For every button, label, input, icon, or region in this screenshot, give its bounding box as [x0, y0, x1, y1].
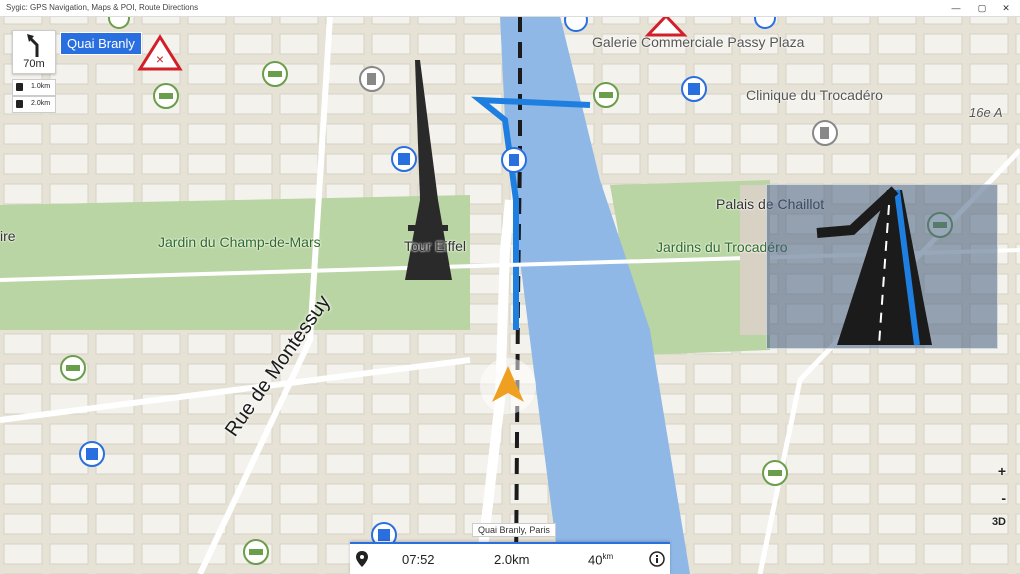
- distance-unit: km: [512, 552, 530, 567]
- lane-guidance-icon: [816, 186, 932, 346]
- hotel-icon: [593, 82, 619, 108]
- park-label: Jardin du Champ-de-Mars: [158, 234, 321, 250]
- zoom-in-button[interactable]: +: [998, 463, 1006, 479]
- view-mode-button[interactable]: 3D: [992, 516, 1006, 528]
- next-street-label: Quai Branly: [60, 32, 142, 55]
- hotel-icon: [762, 460, 788, 486]
- window-title: Sygic: GPS Navigation, Maps & POI, Route…: [6, 3, 199, 12]
- lane-guidance-panel: [766, 184, 998, 349]
- hotel-icon: [153, 83, 179, 109]
- edge-label: ire: [0, 228, 16, 244]
- zoom-out-button[interactable]: -: [1001, 490, 1006, 506]
- position-marker-icon: [480, 358, 536, 414]
- parking-distance-value: 2.0km: [31, 100, 51, 107]
- fuel-station-icon: [359, 66, 385, 92]
- turn-distance: 70m: [23, 58, 45, 70]
- current-address: Quai Branly, Paris: [472, 523, 556, 537]
- transit-icon: [564, 16, 588, 32]
- close-button[interactable]: ✕: [994, 0, 1018, 16]
- parking-icon: [681, 76, 707, 102]
- maneuver-panel[interactable]: 70m: [12, 30, 56, 74]
- fuel-distance-row[interactable]: 1.0km: [12, 79, 56, 96]
- champ-de-mars-park: [0, 195, 470, 330]
- hotel-icon: [262, 61, 288, 87]
- window-titlebar: Sygic: GPS Navigation, Maps & POI, Route…: [0, 0, 1020, 17]
- landmark-label: Tour Eiffel: [404, 238, 466, 254]
- turn-left-icon: [27, 34, 39, 57]
- svg-text:×: ×: [156, 51, 164, 67]
- parking-icon: [16, 100, 23, 108]
- parking-icon: [79, 441, 105, 467]
- poi-label: Clinique du Trocadéro: [746, 87, 883, 103]
- trip-info-bar[interactable]: 07:52 2.0km 40km: [350, 542, 670, 574]
- distance-value: 2.0: [494, 552, 513, 567]
- hotel-icon: [60, 355, 86, 381]
- fuel-icon: [16, 83, 23, 91]
- minimize-button[interactable]: —: [944, 0, 968, 16]
- fuel-station-icon: [812, 120, 838, 146]
- eta-value: 07:52: [402, 552, 435, 567]
- speed-unit: km: [602, 552, 614, 561]
- poi-label: Galerie Commerciale Passy Plaza: [592, 34, 805, 50]
- speed-value: 40: [588, 552, 603, 568]
- transit-icon: [754, 16, 776, 29]
- parking-distance-row[interactable]: 2.0km: [12, 96, 56, 113]
- maximize-button[interactable]: ▢: [970, 0, 994, 16]
- transit-icon: [501, 147, 527, 173]
- hotel-icon: [108, 16, 130, 29]
- info-icon[interactable]: [649, 551, 665, 567]
- remaining-distance: 2.0km: [494, 552, 529, 567]
- destination-pin-icon[interactable]: [356, 551, 368, 567]
- district-label: 16e A: [969, 105, 1003, 120]
- parking-icon: [391, 146, 417, 172]
- hotel-icon: [243, 539, 269, 565]
- current-speed: 40km: [588, 552, 613, 567]
- fuel-distance-value: 1.0km: [31, 83, 51, 90]
